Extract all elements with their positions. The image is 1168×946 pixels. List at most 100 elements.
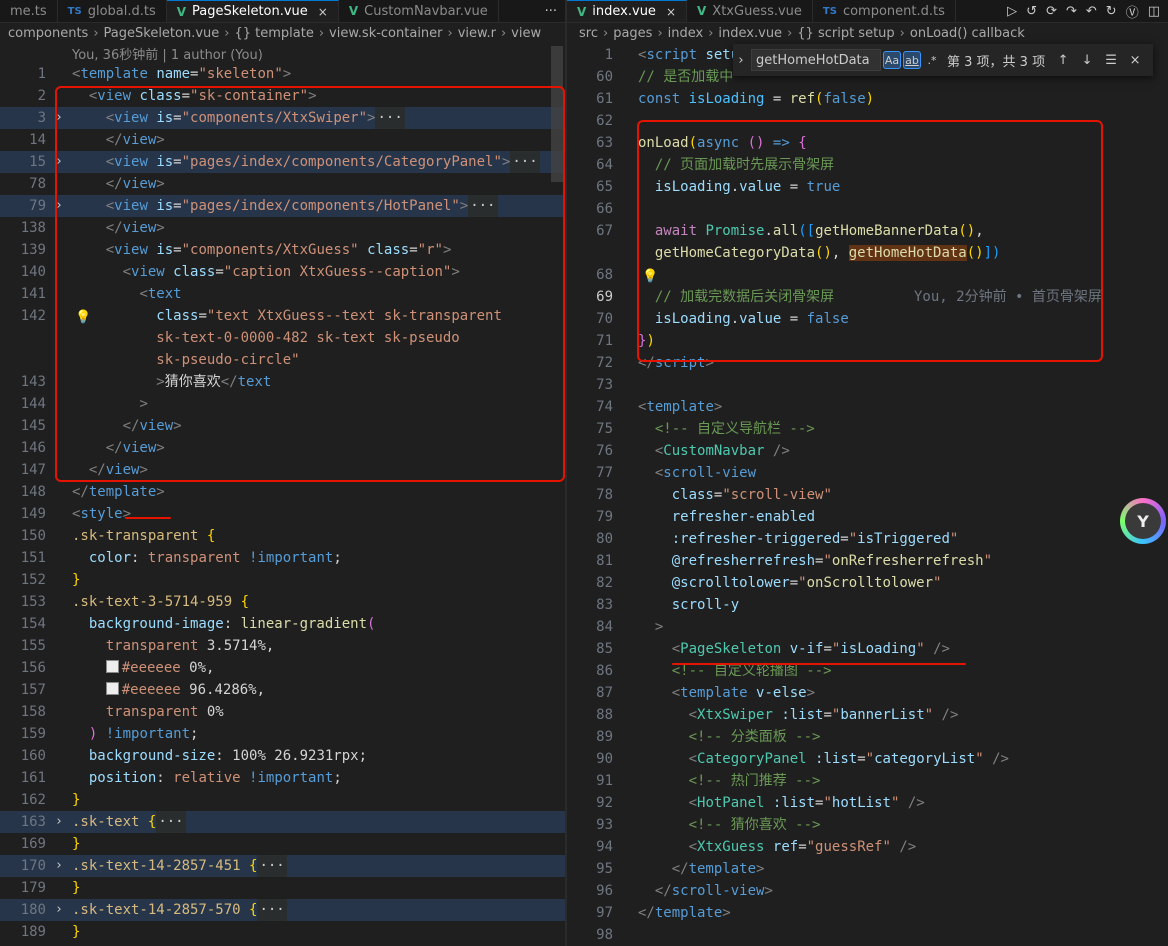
code-line[interactable]: 142 💡 class="text XtxGuess--text sk-trans…: [0, 305, 565, 327]
code-line[interactable]: 63 onLoad(async () => {: [567, 132, 1168, 154]
code-line[interactable]: 69 // 加载完数据后关闭骨架屏 You, 2分钟前 • 首页骨架屏: [567, 286, 1168, 308]
tab-me-ts[interactable]: me.ts: [0, 0, 58, 22]
code-line[interactable]: 159 ) !important;: [0, 723, 565, 745]
lightbulb-icon[interactable]: 💡: [642, 266, 658, 288]
breadcrumb-item[interactable]: components: [8, 26, 88, 41]
tab-customnavbar-vue[interactable]: V CustomNavbar.vue: [339, 0, 499, 22]
code-line[interactable]: 153 .sk-text-3-5714-959 {: [0, 591, 565, 613]
code-line[interactable]: 1 <template name="skeleton">: [0, 63, 565, 85]
code-line[interactable]: 147 </view>: [0, 459, 565, 481]
tab-index-vue[interactable]: Vindex.vue ×: [567, 0, 687, 22]
code-line[interactable]: 93 <!-- 猜你喜欢 -->: [567, 814, 1168, 836]
code-line[interactable]: 81 @refresherrefresh="onRefresherrefresh…: [567, 550, 1168, 572]
tab-global-d-ts[interactable]: TS global.d.ts: [58, 0, 167, 22]
code-line[interactable]: 151 color: transparent !important;: [0, 547, 565, 569]
code-line[interactable]: 73: [567, 374, 1168, 396]
code-line[interactable]: 141 <text: [0, 283, 565, 305]
run-icon[interactable]: ▷: [1007, 4, 1017, 19]
code-line[interactable]: 180 › .sk-text-14-2857-570 {···: [0, 899, 565, 921]
code-line[interactable]: sk-pseudo-circle": [0, 349, 565, 371]
code-line[interactable]: 88 <XtxSwiper :list="bannerList" />: [567, 704, 1168, 726]
code-line[interactable]: 76 <CustomNavbar />: [567, 440, 1168, 462]
code-line[interactable]: 170 › .sk-text-14-2857-451 {···: [0, 855, 565, 877]
code-line[interactable]: 92 <HotPanel :list="hotList" />: [567, 792, 1168, 814]
fold-chevron-icon[interactable]: ›: [55, 151, 63, 173]
code-line[interactable]: 149 <style>: [0, 503, 565, 525]
right-editor-pane[interactable]: Vindex.vue × V XtxGuess.vue TS component.d.ts…: [567, 0, 1168, 946]
code-line[interactable]: 158 transparent 0%: [0, 701, 565, 723]
code-line[interactable]: 70 isLoading.value = false: [567, 308, 1168, 330]
code-line[interactable]: 144 >: [0, 393, 565, 415]
fold-chevron-icon[interactable]: ›: [55, 107, 63, 129]
breadcrumb-item[interactable]: {} script setup: [797, 26, 894, 41]
code-line[interactable]: 84 >: [567, 616, 1168, 638]
code-line[interactable]: sk-text-0-0000-482 sk-text sk-pseudo: [0, 327, 565, 349]
extension-avatar[interactable]: Y: [1120, 498, 1166, 544]
code-line[interactable]: 154 background-image: linear-gradient(: [0, 613, 565, 635]
code-line[interactable]: 96 </scroll-view>: [567, 880, 1168, 902]
code-line[interactable]: 145 </view>: [0, 415, 565, 437]
code-line[interactable]: 71}): [567, 330, 1168, 352]
code-area[interactable]: 1 <script setup 60 // 是否加载中 61 const isLoadin…: [567, 44, 1168, 946]
breadcrumb-item[interactable]: onLoad() callback: [910, 26, 1025, 41]
match-case-toggle[interactable]: Aa: [883, 51, 901, 69]
breadcrumb-item[interactable]: view: [511, 26, 541, 41]
code-line[interactable]: 83 scroll-y: [567, 594, 1168, 616]
code-line[interactable]: 140 <view class="caption XtxGuess--capti…: [0, 261, 565, 283]
code-line[interactable]: 89 <!-- 分类面板 -->: [567, 726, 1168, 748]
breadcrumb-item[interactable]: PageSkeleton.vue: [104, 26, 220, 41]
left-editor-pane[interactable]: me.ts TS global.d.ts V PageSkeleton.vue × V Cus…: [0, 0, 565, 946]
code-line[interactable]: 61 const isLoading = ref(false): [567, 88, 1168, 110]
code-line[interactable]: 169}: [0, 833, 565, 855]
sync-icon[interactable]: ↷: [1066, 4, 1077, 19]
code-line[interactable]: 66: [567, 198, 1168, 220]
next-match-button[interactable]: ↓: [1075, 53, 1099, 68]
code-line[interactable]: 189}: [0, 921, 565, 943]
scrollbar-thumb[interactable]: [551, 46, 563, 182]
code-line[interactable]: 97 </template>: [567, 902, 1168, 924]
code-line[interactable]: 64 // 页面加载时先展示骨架屏: [567, 154, 1168, 176]
code-area[interactable]: 1 <template name="skeleton"> 2 <view class…: [0, 63, 565, 943]
tab-pageskeleton-vue[interactable]: V PageSkeleton.vue ×: [166, 0, 339, 22]
more-actions-icon[interactable]: ···: [545, 0, 565, 22]
code-line[interactable]: 148 </template>: [0, 481, 565, 503]
code-line[interactable]: 98: [567, 924, 1168, 946]
fold-chevron-icon[interactable]: ›: [55, 195, 63, 217]
code-line[interactable]: 14 </view>: [0, 129, 565, 151]
close-icon[interactable]: ×: [666, 5, 676, 19]
code-line[interactable]: 65 isLoading.value = true: [567, 176, 1168, 198]
close-icon[interactable]: ×: [318, 5, 328, 19]
code-line[interactable]: 74 <template>: [567, 396, 1168, 418]
breadcrumb[interactable]: src › pages › index › index.vue › {} script setu…: [567, 22, 1168, 44]
fold-chevron-icon[interactable]: ›: [55, 811, 63, 833]
breadcrumb-item[interactable]: view.sk-container: [329, 26, 442, 41]
breadcrumb-item[interactable]: view.r: [458, 26, 496, 41]
code-line[interactable]: 77 <scroll-view: [567, 462, 1168, 484]
code-line[interactable]: 85 <PageSkeleton v-if="isLoading" />: [567, 638, 1168, 660]
code-line[interactable]: getHomeCategoryData(), getHomeHotData()]…: [567, 242, 1168, 264]
breadcrumb-item[interactable]: {} template: [234, 26, 313, 41]
code-line[interactable]: 67 await Promise.all([getHomeBannerData(…: [567, 220, 1168, 242]
code-line[interactable]: 87 <template v-else>: [567, 682, 1168, 704]
find-toggle-replace[interactable]: ›: [733, 53, 749, 68]
close-find-button[interactable]: ×: [1123, 53, 1147, 68]
code-line[interactable]: 138 </view>: [0, 217, 565, 239]
fold-chevron-icon[interactable]: ›: [55, 899, 63, 921]
breadcrumb[interactable]: components › PageSkeleton.vue › {} template ›…: [0, 22, 565, 44]
breadcrumb-item[interactable]: src: [579, 26, 598, 41]
code-line[interactable]: 72 </script>: [567, 352, 1168, 374]
code-line[interactable]: 95 </template>: [567, 858, 1168, 880]
code-line[interactable]: 161 position: relative !important;: [0, 767, 565, 789]
previous-match-button[interactable]: ↑: [1051, 53, 1075, 68]
code-line[interactable]: 179}: [0, 877, 565, 899]
breadcrumb-item[interactable]: index.vue: [718, 26, 782, 41]
tab-component-d-ts[interactable]: TS component.d.ts: [813, 0, 956, 22]
match-word-toggle[interactable]: ab: [903, 51, 921, 69]
code-line[interactable]: 90 <CategoryPanel :list="categoryList" /…: [567, 748, 1168, 770]
code-line[interactable]: 146 </view>: [0, 437, 565, 459]
find-input[interactable]: [751, 49, 881, 71]
code-line[interactable]: 152}: [0, 569, 565, 591]
regex-toggle[interactable]: .*: [923, 51, 941, 69]
code-line[interactable]: 79 › <view is="pages/index/components/Hot…: [0, 195, 565, 217]
redo-icon[interactable]: ↻: [1106, 4, 1117, 19]
